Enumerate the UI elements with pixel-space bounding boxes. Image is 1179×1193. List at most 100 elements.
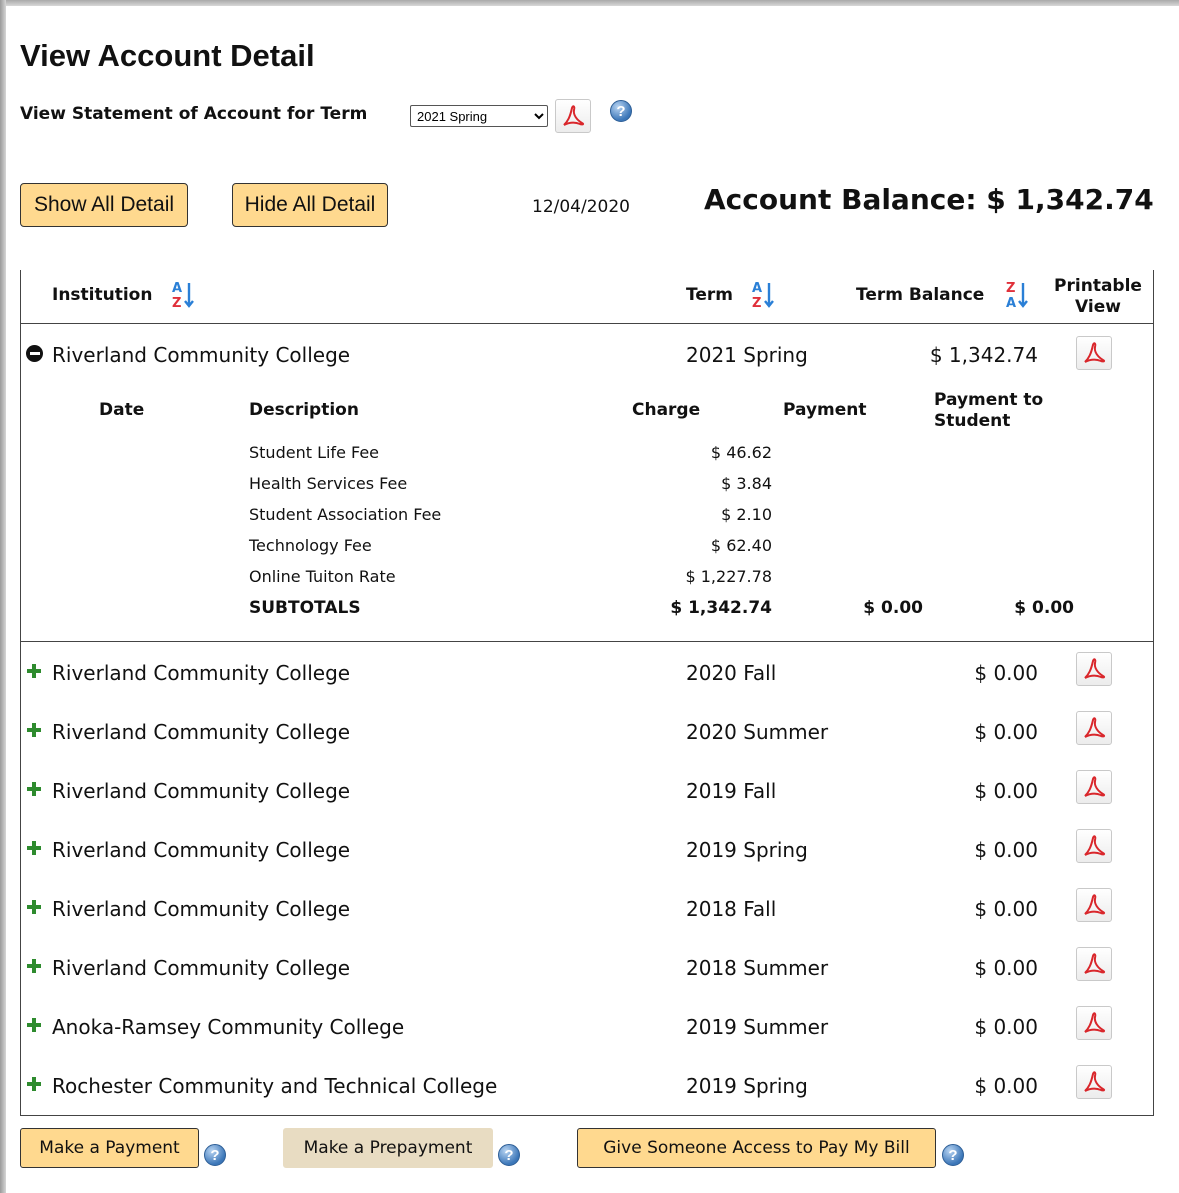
page-title: View Account Detail <box>20 38 315 73</box>
expand-icon[interactable] <box>27 782 41 796</box>
expand-icon[interactable] <box>27 959 41 973</box>
subtotal-payment: $ 0.00 <box>863 598 923 618</box>
help-icon[interactable]: ? <box>610 100 632 122</box>
account-balance: Account Balance: $ 1,342.74 <box>704 183 1154 216</box>
detail-charge: $ 1,227.78 <box>685 567 772 586</box>
row-institution: Rochester Community and Technical Colleg… <box>52 1074 498 1098</box>
header-divider <box>20 323 1154 324</box>
expand-icon[interactable] <box>27 841 41 855</box>
expanded-institution: Riverland Community College <box>52 343 351 367</box>
detail-charge: $ 3.84 <box>721 474 772 493</box>
row-term: 2018 Summer <box>686 956 829 980</box>
pdf-icon <box>1084 1012 1106 1033</box>
header-institution[interactable]: Institution <box>52 285 152 305</box>
term-pdf-button[interactable] <box>1076 711 1112 745</box>
header-printable-view: Printable View <box>1054 276 1142 317</box>
row-institution: Riverland Community College <box>52 779 351 803</box>
row-term: 2019 Spring <box>686 838 808 862</box>
pdf-icon <box>1084 1071 1106 1092</box>
svg-text:A: A <box>172 281 182 296</box>
term-pdf-button[interactable] <box>1076 1006 1112 1040</box>
detail-header-payment: Payment <box>783 400 867 420</box>
subtotal-charge: $ 1,342.74 <box>670 598 772 618</box>
detail-charge: $ 46.62 <box>710 443 772 462</box>
detail-header-description: Description <box>249 400 359 420</box>
pdf-icon <box>1084 658 1106 679</box>
expand-icon[interactable] <box>27 1018 41 1032</box>
term-pdf-button[interactable] <box>1076 652 1112 686</box>
row-balance: $ 0.00 <box>974 1074 1038 1098</box>
row-institution: Anoka-Ramsey Community College <box>52 1015 405 1039</box>
sort-az-icon[interactable]: A Z <box>750 279 776 311</box>
row-balance: $ 0.00 <box>974 779 1038 803</box>
term-pdf-button[interactable] <box>1076 336 1112 370</box>
detail-description: Student Life Fee <box>249 443 380 462</box>
expand-icon[interactable] <box>27 723 41 737</box>
make-prepayment-button[interactable]: Make a Prepayment <box>283 1128 493 1168</box>
detail-charge: $ 2.10 <box>721 505 772 524</box>
window-frame-top <box>0 0 1179 6</box>
detail-divider <box>20 641 1154 642</box>
row-institution: Riverland Community College <box>52 661 351 685</box>
term-pdf-button[interactable] <box>1076 829 1112 863</box>
sort-az-icon[interactable]: A Z <box>170 279 196 311</box>
help-icon[interactable]: ? <box>498 1144 520 1166</box>
row-term: 2020 Summer <box>686 720 829 744</box>
sort-za-icon[interactable]: Z A <box>1004 279 1030 311</box>
row-institution: Riverland Community College <box>52 838 351 862</box>
pdf-icon <box>1084 776 1106 797</box>
svg-text:Z: Z <box>1006 281 1015 296</box>
detail-charge: $ 62.40 <box>710 536 772 555</box>
row-balance: $ 0.00 <box>974 897 1038 921</box>
header-term-balance[interactable]: Term Balance <box>856 285 984 305</box>
term-label: View Statement of Account for Term <box>20 104 368 124</box>
subtotals-label: SUBTOTALS <box>249 598 361 618</box>
pdf-icon <box>1084 342 1106 363</box>
show-all-detail-button[interactable]: Show All Detail <box>20 183 188 227</box>
term-pdf-button[interactable] <box>1076 888 1112 922</box>
statement-pdf-button[interactable] <box>555 99 591 133</box>
row-balance: $ 0.00 <box>974 661 1038 685</box>
help-icon[interactable]: ? <box>204 1144 226 1166</box>
row-term: 2019 Fall <box>686 779 777 803</box>
row-institution: Riverland Community College <box>52 720 351 744</box>
row-term: 2019 Spring <box>686 1074 808 1098</box>
header-term[interactable]: Term <box>686 285 733 305</box>
expanded-balance: $ 1,342.74 <box>929 343 1038 367</box>
detail-description: Student Association Fee <box>249 505 442 524</box>
term-pdf-button[interactable] <box>1076 1065 1112 1099</box>
svg-text:A: A <box>752 281 762 296</box>
hide-all-detail-button[interactable]: Hide All Detail <box>232 183 388 227</box>
row-balance: $ 0.00 <box>974 1015 1038 1039</box>
pdf-icon <box>563 105 585 126</box>
pdf-icon <box>1084 835 1106 856</box>
expand-icon[interactable] <box>27 900 41 914</box>
row-term: 2020 Fall <box>686 661 777 685</box>
expand-icon[interactable] <box>27 664 41 678</box>
detail-description: Online Tuiton Rate <box>249 567 396 586</box>
give-access-button[interactable]: Give Someone Access to Pay My Bill <box>577 1128 936 1168</box>
row-institution: Riverland Community College <box>52 956 351 980</box>
help-icon[interactable]: ? <box>942 1144 964 1166</box>
svg-text:Z: Z <box>752 296 761 311</box>
expanded-term: 2021 Spring <box>686 343 808 367</box>
detail-header-payment-to-student: Payment to Student <box>934 390 1044 431</box>
row-balance: $ 0.00 <box>974 720 1038 744</box>
detail-description: Technology Fee <box>249 536 372 555</box>
row-term: 2019 Summer <box>686 1015 829 1039</box>
svg-text:Z: Z <box>172 296 181 311</box>
statement-date: 12/04/2020 <box>532 197 630 217</box>
detail-header-charge: Charge <box>632 400 701 420</box>
make-payment-button[interactable]: Make a Payment <box>20 1128 199 1168</box>
term-select[interactable]: 2021 Spring <box>410 105 548 127</box>
subtotal-payment-to-student: $ 0.00 <box>1014 598 1074 618</box>
collapse-icon[interactable] <box>26 345 43 362</box>
term-pdf-button[interactable] <box>1076 770 1112 804</box>
row-institution: Riverland Community College <box>52 897 351 921</box>
detail-description: Health Services Fee <box>249 474 408 493</box>
expand-icon[interactable] <box>27 1077 41 1091</box>
detail-header-date: Date <box>99 400 145 420</box>
window-frame-left <box>0 0 6 1193</box>
term-pdf-button[interactable] <box>1076 947 1112 981</box>
svg-text:A: A <box>1006 296 1016 311</box>
